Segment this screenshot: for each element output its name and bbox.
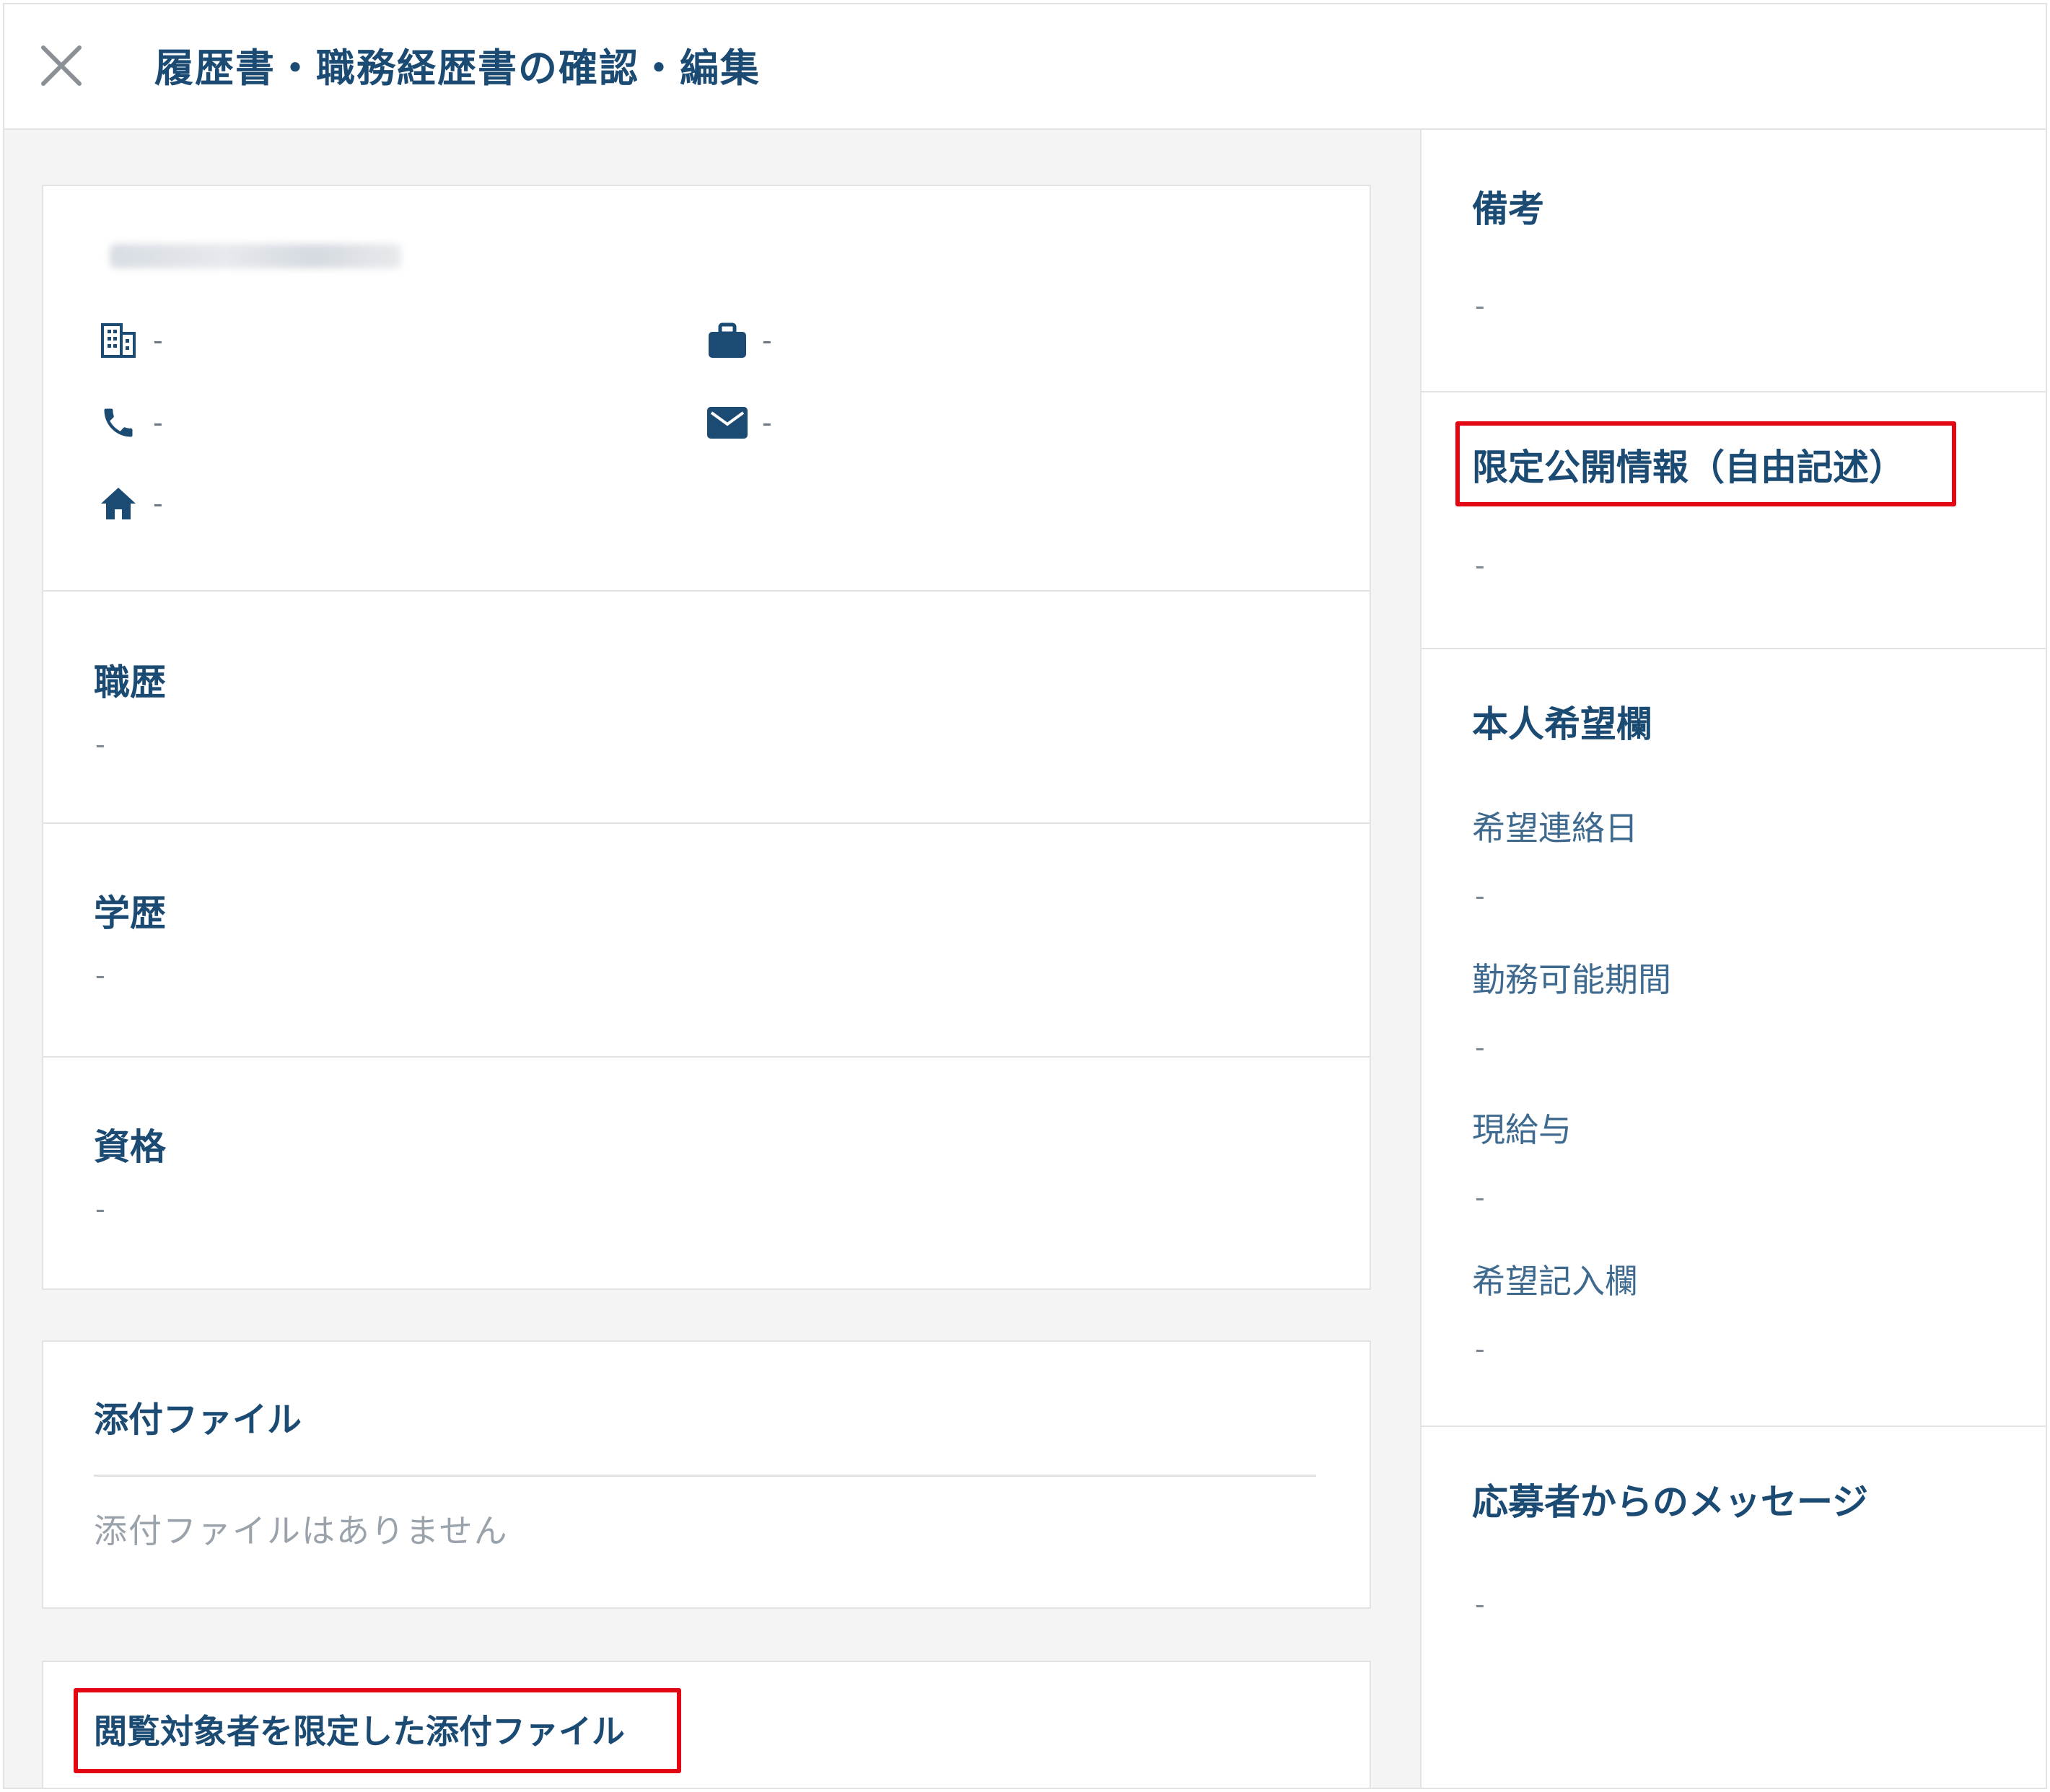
preferences-title: 本人希望欄 xyxy=(1472,703,1652,745)
available-period-value: - xyxy=(1475,1032,1485,1063)
remarks-value: - xyxy=(1475,290,1485,322)
divider xyxy=(43,1056,1370,1058)
divider xyxy=(43,822,1370,824)
available-period-label: 勤務可能期間 xyxy=(1472,960,1671,999)
divider xyxy=(1422,1426,2046,1427)
work-history-value: - xyxy=(95,729,105,760)
close-icon xyxy=(41,45,82,86)
left-pane: - - - - - 職歴 - 学歴 - 資格 - 添付ファイル 添付ファイルはあ… xyxy=(4,130,1422,1788)
company-value: - xyxy=(153,325,163,356)
education-title: 学歴 xyxy=(94,892,166,934)
right-pane: 備考 - 限定公開情報（自由記述） - 本人希望欄 希望連絡日 - 勤務可能期間… xyxy=(1422,130,2046,1788)
divider xyxy=(43,590,1370,592)
phone-value: - xyxy=(153,407,163,439)
highlight-box-limited-info xyxy=(1455,421,1956,506)
applicant-message-value: - xyxy=(1475,1589,1485,1620)
limited-info-value: - xyxy=(1475,550,1485,581)
applicant-message-title: 応募者からのメッセージ xyxy=(1472,1481,1868,1523)
divider xyxy=(1422,391,2046,392)
remarks-title: 備考 xyxy=(1472,188,1544,230)
preferred-contact-date-label: 希望連絡日 xyxy=(1472,809,1638,848)
briefcase-icon xyxy=(706,319,749,362)
education-value: - xyxy=(95,959,105,991)
attachments-empty-message: 添付ファイルはありません xyxy=(94,1511,509,1550)
current-salary-value: - xyxy=(1475,1182,1485,1213)
page-title: 履歴書・職務経歴書の確認・編集 xyxy=(154,45,761,91)
applicant-name-blurred xyxy=(110,244,401,268)
qualifications-value: - xyxy=(95,1193,105,1225)
envelope-icon xyxy=(706,401,749,444)
attachments-title: 添付ファイル xyxy=(94,1400,302,1440)
phone-row: - xyxy=(97,401,163,444)
company-row: - xyxy=(97,319,163,362)
job-value: - xyxy=(762,325,772,356)
address-row: - xyxy=(97,482,163,525)
wish-notes-label: 希望記入欄 xyxy=(1472,1262,1638,1301)
email-row: - xyxy=(706,401,772,444)
job-row: - xyxy=(706,319,772,362)
email-value: - xyxy=(762,407,772,439)
divider xyxy=(94,1475,1316,1477)
current-salary-label: 現給与 xyxy=(1472,1110,1572,1149)
dialog-header: 履歴書・職務経歴書の確認・編集 xyxy=(4,4,2046,130)
work-history-title: 職歴 xyxy=(94,662,166,703)
home-icon xyxy=(97,482,140,525)
preferred-contact-date-value: - xyxy=(1475,880,1485,912)
highlight-box-restricted-attachments xyxy=(74,1688,681,1773)
dialog-window: 履歴書・職務経歴書の確認・編集 - - - - - 職歴 - 学歴 - 資格 -… xyxy=(3,3,2047,1789)
resume-card: - - - - - 職歴 - 学歴 - 資格 - xyxy=(42,185,1371,1290)
qualifications-title: 資格 xyxy=(94,1126,166,1168)
phone-icon xyxy=(97,401,140,444)
close-button[interactable] xyxy=(36,40,87,91)
wish-notes-value: - xyxy=(1475,1333,1485,1365)
building-icon xyxy=(97,319,140,362)
divider xyxy=(1422,648,2046,649)
address-value: - xyxy=(153,488,163,519)
attachments-card: 添付ファイル 添付ファイルはありません xyxy=(42,1340,1371,1609)
